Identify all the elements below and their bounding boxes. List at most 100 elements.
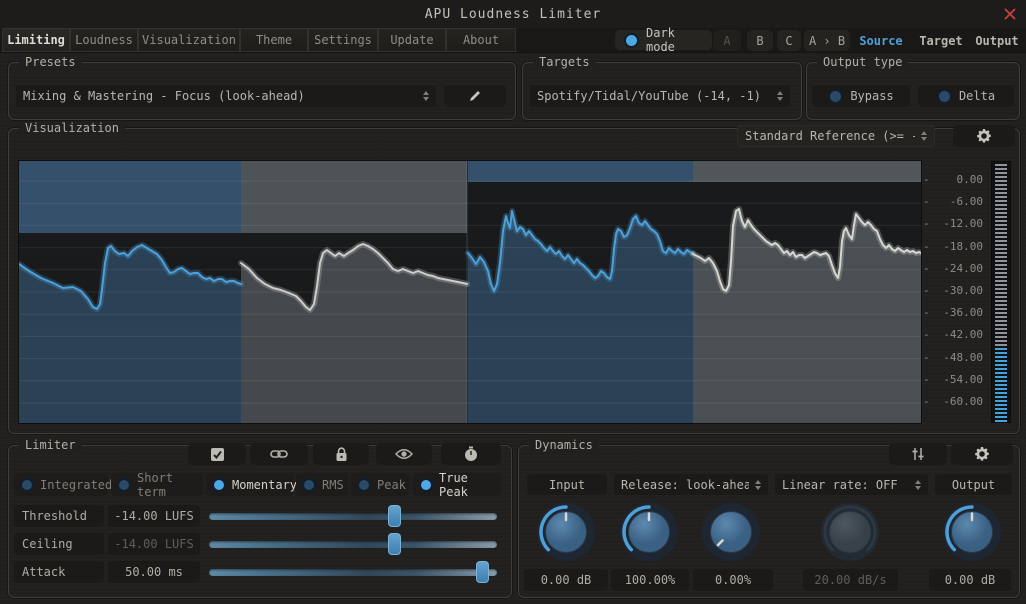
input-gain-value[interactable]: 0.00 dB [524, 569, 608, 591]
meter-segment [995, 328, 1007, 330]
limiter-link-button[interactable] [250, 443, 308, 465]
slider-thumb[interactable] [388, 505, 401, 527]
meter-segment [995, 388, 1007, 390]
meter-segment [995, 244, 1007, 246]
metric-peak[interactable]: Peak [351, 473, 409, 496]
eye-icon [395, 448, 413, 460]
view-source-button[interactable]: Source [854, 30, 908, 51]
meter-segment [995, 272, 1007, 274]
view-output-button[interactable]: Output [970, 30, 1024, 51]
metric-true-peak[interactable]: True Peak [413, 473, 501, 496]
rate-value[interactable]: 20.00 dB/s [803, 569, 898, 591]
meter-segment [995, 344, 1007, 346]
dynamics-input-button[interactable]: Input [526, 473, 608, 496]
preset-select[interactable]: Mixing & Mastering - Focus (look-ahead) [15, 84, 437, 108]
mix-knob[interactable] [699, 498, 763, 568]
metric-integrated[interactable]: Integrated [14, 473, 108, 496]
knob-icon [617, 498, 681, 568]
rate-knob[interactable] [818, 498, 882, 568]
checkbox-checked-icon [210, 447, 225, 462]
tab-update[interactable]: Update [378, 28, 446, 52]
meter-segment [995, 236, 1007, 238]
tab-loudness[interactable]: Loudness [70, 28, 138, 52]
meter-segment [995, 308, 1007, 310]
spinner-arrows-icon [921, 131, 927, 141]
meter-segment [995, 364, 1007, 366]
meter-segment [995, 180, 1007, 182]
db-scale-label: --6.00 [923, 195, 983, 208]
meter-segment [995, 336, 1007, 338]
mix-value[interactable]: 0.00% [693, 569, 773, 591]
tab-theme[interactable]: Theme [240, 28, 308, 52]
linear-rate-select[interactable]: Linear rate: OFF [774, 473, 929, 496]
tab-about[interactable]: About [446, 28, 516, 52]
meter-segment [995, 200, 1007, 202]
slider-thumb[interactable] [476, 561, 489, 583]
dynamics-output-button[interactable]: Output [934, 473, 1013, 496]
output-type-legend: Output type [817, 55, 908, 69]
slider-thumb[interactable] [388, 533, 401, 555]
limiter-visibility-button[interactable] [376, 443, 432, 465]
amount-knob[interactable] [617, 498, 681, 568]
tab-visualization[interactable]: Visualization [138, 28, 240, 52]
close-icon [1002, 6, 1018, 22]
dynamics-faders-button[interactable] [889, 443, 947, 465]
radio-icon [212, 478, 226, 492]
preset-slot-a-button[interactable]: A [713, 30, 741, 51]
close-button[interactable] [1002, 6, 1018, 22]
tab-label: Update [390, 33, 433, 47]
view-label: Target [919, 34, 962, 48]
preset-slot-b-button[interactable]: B [747, 30, 773, 51]
reference-select[interactable]: Standard Reference (>= -60) [737, 125, 935, 147]
release-select[interactable]: Release: look-ahead [613, 473, 769, 496]
tick-mark: - [923, 395, 930, 408]
window-title: APU Loudness Limiter [0, 7, 1026, 22]
loudness-graph-svg [19, 161, 921, 423]
metric-momentary[interactable]: Momentary [206, 473, 293, 496]
attack-value[interactable]: 50.00 ms [108, 561, 200, 583]
meter-segment [995, 368, 1007, 370]
visualization-settings-button[interactable] [953, 125, 1015, 147]
threshold-value[interactable]: -14.00 LUFS [108, 505, 200, 527]
attack-label: Attack [14, 561, 104, 583]
bypass-toggle[interactable]: Bypass [811, 84, 911, 108]
dark-mode-toggle[interactable]: Dark mode [615, 30, 712, 50]
view-label: Source [859, 34, 902, 48]
meter-segment [995, 396, 1007, 398]
metric-rms[interactable]: RMS [296, 473, 348, 496]
threshold-slider[interactable] [209, 505, 497, 527]
output-gain-value[interactable]: 0.00 dB [929, 569, 1011, 591]
input-gain-knob[interactable] [534, 498, 598, 568]
limiter-timing-button[interactable] [441, 443, 501, 465]
limiter-enable-button[interactable] [188, 443, 246, 465]
output-gain-knob[interactable] [940, 498, 1004, 568]
copy-a-to-b-button[interactable]: A › B [804, 30, 850, 51]
ceiling-value[interactable]: -14.00 LUFS [108, 533, 200, 555]
tab-limiting[interactable]: Limiting [2, 28, 70, 52]
view-target-button[interactable]: Target [912, 30, 970, 51]
dynamics-settings-button[interactable] [951, 443, 1013, 465]
slot-label: C [785, 34, 792, 48]
meter-segment [995, 188, 1007, 190]
target-select[interactable]: Spotify/Tidal/YouTube (-14, -1) [529, 84, 791, 108]
tab-label: Loudness [75, 33, 133, 47]
preset-slot-c-button[interactable]: C [777, 30, 801, 51]
slider-track [209, 513, 497, 520]
edit-preset-button[interactable] [443, 84, 507, 108]
slot-label: A › B [809, 34, 845, 48]
metric-short-term[interactable]: Short term [111, 473, 203, 496]
knob-icon [940, 498, 1004, 568]
spinner-arrows-icon [755, 480, 761, 490]
db-scale-label: --36.00 [923, 306, 983, 319]
tab-settings[interactable]: Settings [308, 28, 378, 52]
amount-value[interactable]: 100.00% [611, 569, 689, 591]
db-scale-label: --54.00 [923, 373, 983, 386]
ceiling-slider[interactable] [209, 533, 497, 555]
tick-mark: - [923, 306, 930, 319]
radio-icon [117, 478, 131, 492]
attack-slider[interactable] [209, 561, 497, 583]
meter-segment [995, 416, 1007, 418]
delta-toggle[interactable]: Delta [917, 84, 1015, 108]
limiter-lock-button[interactable] [313, 443, 369, 465]
loudness-graph[interactable] [19, 161, 921, 423]
